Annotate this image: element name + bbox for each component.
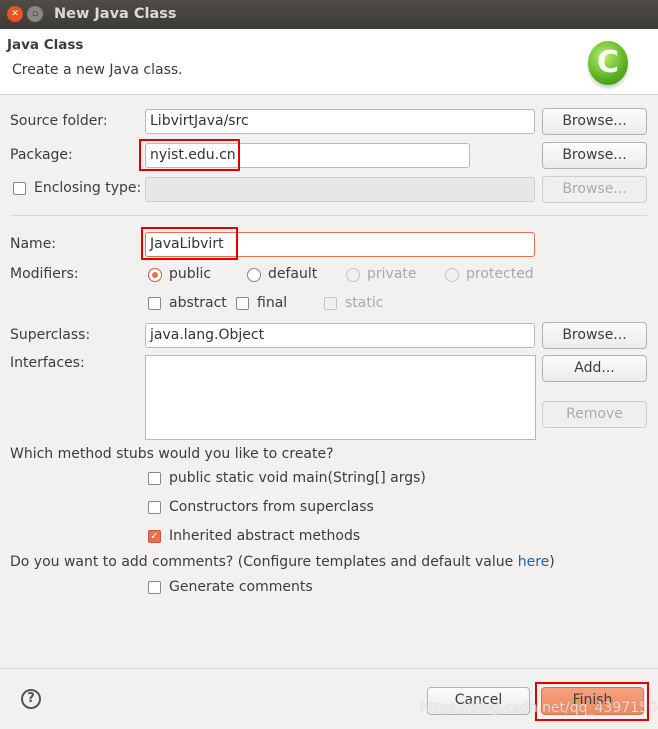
modifier-public-radio[interactable] (148, 268, 162, 282)
abstract-label: abstract (169, 295, 227, 311)
superclass-input[interactable]: java.lang.Object (145, 323, 535, 348)
modifier-private-label: private (367, 266, 417, 282)
name-highlight (141, 227, 238, 260)
interfaces-label: Interfaces: (10, 355, 85, 371)
title-bar: ✕ ▫ New Java Class (0, 0, 658, 29)
interfaces-remove-button[interactable]: Remove (542, 401, 647, 428)
modifier-protected-label: protected (466, 266, 534, 282)
dialog-header: Java Class Create a new Java class. C (0, 29, 658, 95)
maximize-icon[interactable]: ▫ (27, 6, 43, 22)
superclass-browse-button[interactable]: Browse... (542, 322, 647, 349)
header-description: Create a new Java class. (12, 62, 183, 78)
generate-comments-checkbox[interactable] (148, 581, 161, 594)
close-icon[interactable]: ✕ (7, 6, 23, 22)
package-highlight (139, 139, 240, 171)
modifier-protected-radio[interactable] (445, 268, 459, 282)
static-label: static (345, 295, 384, 311)
header-title: Java Class (7, 37, 84, 53)
here-link[interactable]: here (518, 554, 550, 570)
window-title: New Java Class (54, 6, 177, 22)
final-checkbox[interactable] (236, 297, 249, 310)
package-label: Package: (10, 147, 73, 163)
static-checkbox[interactable] (324, 297, 337, 310)
name-label: Name: (10, 236, 57, 252)
separator (10, 215, 647, 216)
footer-separator (0, 668, 658, 669)
enclosing-type-input[interactable] (145, 177, 535, 202)
comments-question-text: Do you want to add comments? (Configure … (10, 554, 518, 570)
superclass-label: Superclass: (10, 327, 91, 343)
main-stub-label: public static void main(String[] args) (169, 470, 426, 486)
source-folder-browse-button[interactable]: Browse... (542, 108, 647, 135)
stubs-question: Which method stubs would you like to cre… (10, 446, 334, 462)
generate-comments-label: Generate comments (169, 579, 313, 595)
interfaces-add-button[interactable]: Add... (542, 355, 647, 382)
constructors-stub-checkbox[interactable] (148, 501, 161, 514)
inherited-stub-label: Inherited abstract methods (169, 528, 361, 544)
package-browse-button[interactable]: Browse... (542, 142, 647, 169)
modifier-default-radio[interactable] (247, 268, 261, 282)
modifiers-label: Modifiers: (10, 266, 79, 282)
java-class-c-icon: C (588, 41, 628, 85)
modifier-private-radio[interactable] (346, 268, 360, 282)
comments-question-close: ) (549, 554, 555, 570)
comments-question: Do you want to add comments? (Configure … (10, 554, 555, 570)
interfaces-list[interactable] (145, 355, 536, 440)
modifier-default-label: default (268, 266, 318, 282)
final-label: final (257, 295, 288, 311)
modifier-public-label: public (169, 266, 212, 282)
enclosing-type-browse-button[interactable]: Browse... (542, 176, 647, 203)
enclosing-type-checkbox[interactable] (13, 182, 26, 195)
main-stub-checkbox[interactable] (148, 472, 161, 485)
source-folder-input[interactable]: LibvirtJava/src (145, 109, 535, 134)
help-icon[interactable]: ? (21, 689, 41, 709)
source-folder-label: Source folder: (10, 113, 108, 129)
abstract-checkbox[interactable] (148, 297, 161, 310)
inherited-stub-checkbox[interactable]: ✓ (148, 530, 161, 543)
constructors-stub-label: Constructors from superclass (169, 499, 374, 515)
enclosing-type-label: Enclosing type: (34, 180, 142, 196)
watermark: https://blog.csdn.net/qq_43971504 (420, 700, 658, 716)
